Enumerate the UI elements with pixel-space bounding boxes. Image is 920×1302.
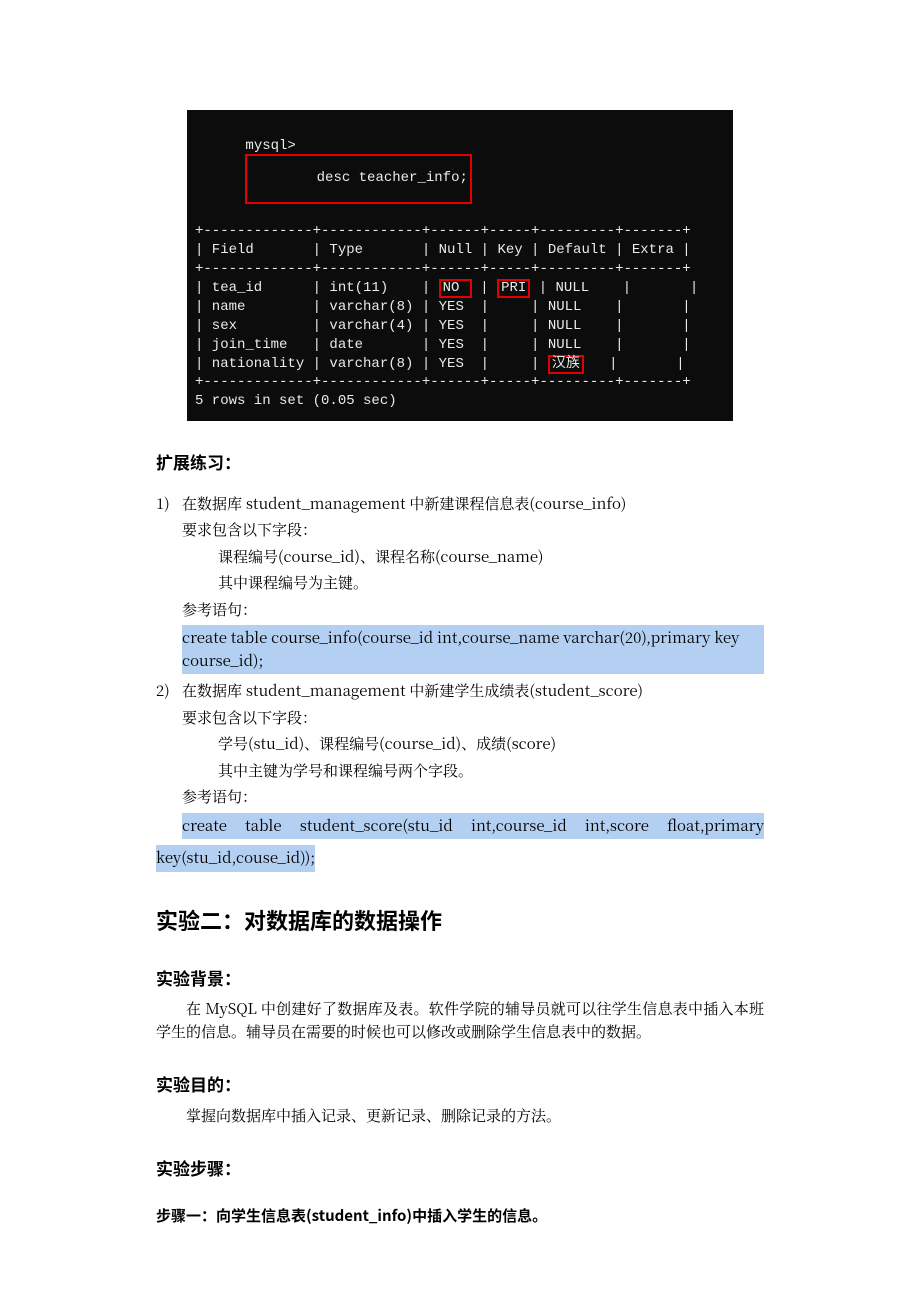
- pk-line: 其中主键为学号和课程编号两个字段。: [182, 760, 764, 783]
- req-line: 要求包含以下字段：: [182, 707, 764, 730]
- sql-statement-line2: key(stu_id,couse_id));: [156, 845, 315, 872]
- sql-token: int,course_id: [471, 815, 567, 836]
- ref-line: 参考语句：: [182, 786, 764, 809]
- sql-statement: create table course_info(course_id int,c…: [182, 625, 764, 674]
- table-row: | nationality | varchar(8) | YES | | 汉族 …: [195, 355, 725, 374]
- terminal-command: desc teacher_info;: [245, 154, 471, 204]
- sql-token: int,score: [585, 815, 649, 836]
- sql-token: table: [245, 815, 282, 836]
- exercise-list: 1)在数据库 student_management 中新建课程信息表(cours…: [156, 493, 764, 872]
- terminal-command-text: desc teacher_info;: [317, 170, 468, 186]
- req-line: 要求包含以下字段：: [182, 519, 764, 542]
- experiment-2-heading: 实验二：对数据库的数据操作: [156, 904, 764, 937]
- extension-heading: 扩展练习：: [156, 449, 764, 475]
- table-row: | join_time | date | YES | | NULL | |: [195, 336, 725, 355]
- list-number: 1): [156, 493, 182, 516]
- table-border: +-------------+------------+------+-----…: [195, 222, 725, 241]
- table-row: | tea_id | int(11) | NO | PRI | NULL | |: [195, 279, 725, 298]
- sql-statement-line1: create table student_score(stu_id int,co…: [182, 813, 764, 840]
- exercise-2: 2)在数据库 student_management 中新建学生成绩表(stude…: [156, 680, 764, 839]
- document-page: mysql> desc teacher_info; +-------------…: [0, 0, 920, 1302]
- step-1-line: 步骤一：向学生信息表(student_info)中插入学生的信息。: [156, 1205, 764, 1228]
- sql-token: create: [182, 815, 227, 836]
- fields-line: 学号(stu_id)、课程编号(course_id)、成绩(score): [182, 733, 764, 756]
- mysql-terminal: mysql> desc teacher_info; +-------------…: [187, 110, 733, 421]
- table-border: +-------------+------------+------+-----…: [195, 260, 725, 279]
- list-number: 2): [156, 680, 182, 703]
- table-header-row: | Field | Type | Null | Key | Default | …: [195, 241, 725, 260]
- terminal-footer: 5 rows in set (0.05 sec): [195, 392, 725, 411]
- table-border: +-------------+------------+------+-----…: [195, 373, 725, 392]
- table-row: | sex | varchar(4) | YES | | NULL | |: [195, 317, 725, 336]
- ref-line: 参考语句：: [182, 599, 764, 622]
- exercise-title: 在数据库 student_management 中新建学生成绩表(student…: [182, 680, 643, 701]
- pk-line: 其中课程编号为主键。: [182, 572, 764, 595]
- sql-token: student_score(stu_id: [300, 815, 453, 836]
- exercise-1: 1)在数据库 student_management 中新建课程信息表(cours…: [156, 493, 764, 675]
- goal-text: 掌握向数据库中插入记录、更新记录、删除记录的方法。: [156, 1105, 764, 1128]
- table-row: | name | varchar(8) | YES | | NULL | |: [195, 298, 725, 317]
- exercise-title: 在数据库 student_management 中新建课程信息表(course_…: [182, 493, 626, 514]
- background-text: 在 MySQL 中创建好了数据库及表。软件学院的辅导员就可以往学生信息表中插入本…: [156, 998, 764, 1043]
- fields-line: 课程编号(course_id)、课程名称(course_name): [182, 546, 764, 569]
- background-heading: 实验背景：: [156, 965, 764, 991]
- goal-heading: 实验目的：: [156, 1071, 764, 1097]
- steps-heading: 实验步骤：: [156, 1155, 764, 1181]
- sql-token: float,primary: [667, 815, 764, 836]
